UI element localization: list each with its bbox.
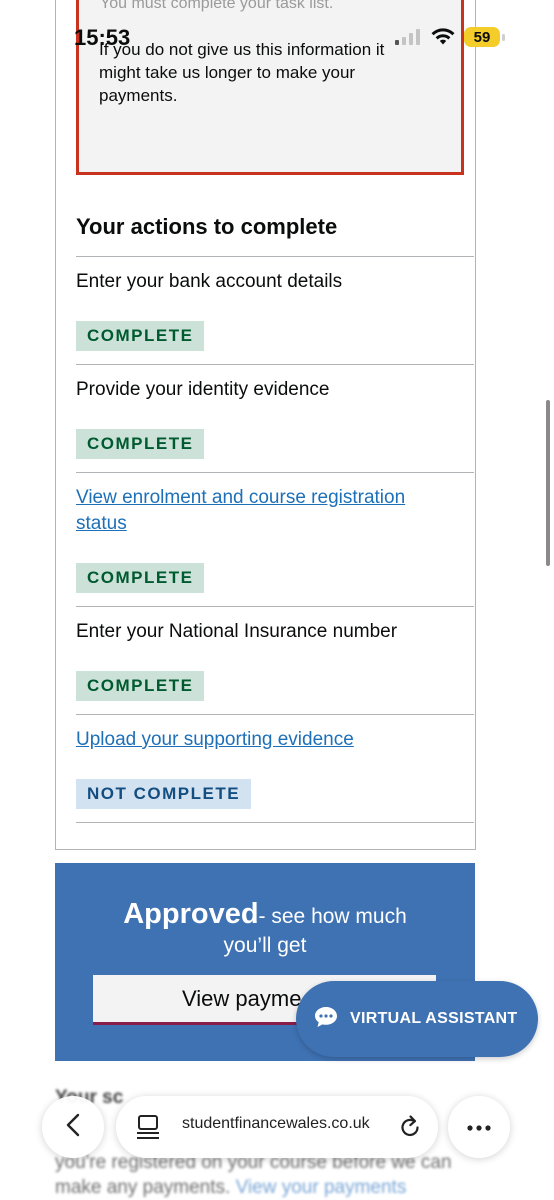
divider bbox=[76, 822, 474, 823]
task-national-insurance: Enter your National Insurance number bbox=[76, 621, 398, 642]
chevron-left-icon bbox=[66, 1113, 80, 1142]
divider bbox=[76, 606, 474, 607]
back-button[interactable] bbox=[42, 1096, 104, 1158]
status-badge-complete: COMPLETE bbox=[76, 321, 205, 351]
approved-message: Approved- see how much you’ll get bbox=[100, 900, 430, 960]
status-badge-complete: COMPLETE bbox=[76, 563, 205, 593]
chat-bubble-icon bbox=[314, 1006, 338, 1033]
status-bar: 15:53 59 bbox=[0, 0, 554, 70]
status-badge-complete: COMPLETE bbox=[76, 671, 205, 701]
tabs-icon[interactable] bbox=[136, 1114, 160, 1145]
view-payments-link[interactable]: View your payments bbox=[236, 1177, 407, 1198]
signal-icon bbox=[395, 29, 421, 50]
divider bbox=[76, 714, 474, 715]
status-badge-not-complete: NOT COMPLETE bbox=[76, 779, 252, 809]
actions-heading: Your actions to complete bbox=[76, 214, 338, 239]
task-enrolment-status-link[interactable]: View enrolment and course registration s… bbox=[76, 485, 456, 537]
status-time: 15:53 bbox=[74, 25, 131, 50]
scrollbar-thumb[interactable] bbox=[546, 400, 550, 566]
divider bbox=[76, 256, 474, 257]
battery-indicator: 59 bbox=[464, 27, 500, 47]
reload-icon[interactable] bbox=[398, 1114, 422, 1145]
approved-title: Approved bbox=[123, 898, 259, 930]
ellipsis-icon bbox=[467, 1118, 491, 1136]
task-identity-evidence: Provide your identity evidence bbox=[76, 379, 330, 400]
address-bar[interactable]: studentfinancewales.co.uk bbox=[116, 1096, 438, 1158]
battery-tip bbox=[502, 34, 505, 41]
wifi-icon bbox=[430, 26, 456, 51]
task-bank-details: Enter your bank account details bbox=[76, 271, 343, 292]
divider bbox=[76, 472, 474, 473]
url-text: studentfinancewales.co.uk bbox=[182, 1115, 370, 1132]
virtual-assistant-label: VIRTUAL ASSISTANT bbox=[350, 1010, 518, 1027]
task-supporting-evidence-link[interactable]: Upload your supporting evidence bbox=[76, 727, 456, 753]
divider bbox=[76, 364, 474, 365]
status-badge-complete: COMPLETE bbox=[76, 429, 205, 459]
virtual-assistant-button[interactable]: VIRTUAL ASSISTANT bbox=[296, 981, 538, 1057]
more-options-button[interactable] bbox=[448, 1096, 510, 1158]
